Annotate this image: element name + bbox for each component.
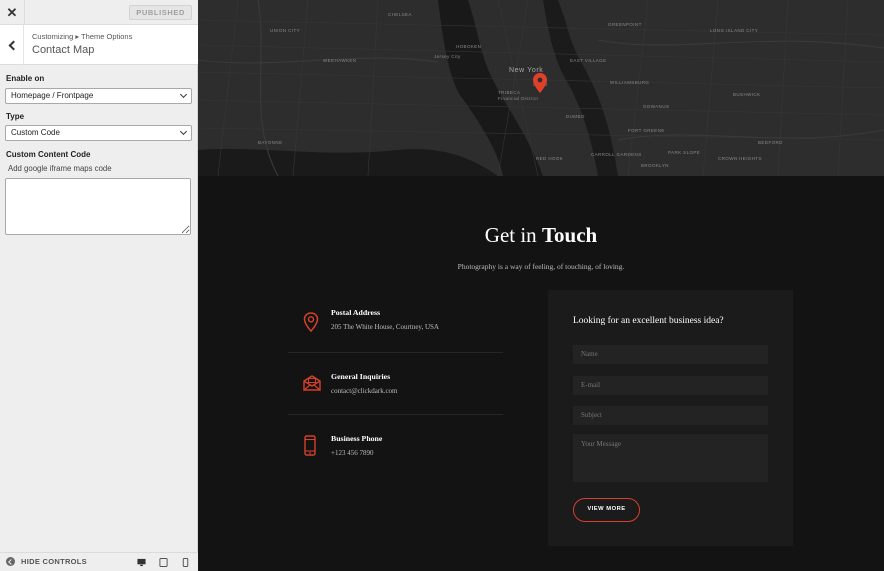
section-title: Contact Map — [32, 44, 95, 56]
location-pin-icon — [303, 312, 319, 332]
map-label: BUSHWICK — [733, 92, 761, 97]
enable-on-select[interactable]: Homepage / Frontpage — [5, 88, 192, 104]
map-label: EAST VILLAGE — [570, 58, 607, 63]
map-label: CARROLL GARDENS — [591, 152, 642, 157]
map-label: WEEHAWKEN — [323, 58, 357, 63]
info-text: 205 The White House, Courtney, USA — [331, 323, 439, 331]
contact-heading: Get in Touch — [198, 223, 884, 248]
name-input[interactable]: Name — [573, 345, 768, 364]
breadcrumb: Customizing ▸ Theme Options — [32, 32, 133, 41]
map-label: WILLIAMSBURG — [610, 80, 650, 85]
info-text: contact@clickdark.com — [331, 387, 398, 395]
subject-input[interactable]: Subject — [573, 406, 768, 425]
map-label: HOBOKEN — [456, 44, 482, 49]
custom-code-label: Custom Content Code — [6, 150, 91, 159]
chevron-left-icon — [8, 40, 18, 50]
map-label: BROOKLYN — [641, 163, 669, 168]
map-label: GREENPOINT — [608, 22, 642, 27]
contact-subheading: Photography is a way of feeling, of touc… — [457, 262, 625, 271]
divider — [288, 352, 503, 353]
chevron-down-icon — [179, 90, 188, 99]
custom-code-textarea[interactable] — [5, 178, 191, 235]
map-label: UNION CITY — [270, 28, 301, 33]
info-title: Postal Address — [331, 308, 381, 317]
heading-light: Get in — [484, 223, 542, 247]
info-title: Business Phone — [331, 434, 383, 443]
type-label: Type — [6, 112, 25, 121]
hide-controls-button[interactable]: HIDE CONTROLS — [6, 557, 87, 566]
close-icon: ✕ — [6, 4, 18, 20]
chevron-down-icon — [179, 127, 188, 136]
map-label: CHELSEA — [388, 12, 412, 17]
message-textarea[interactable]: Your Message — [573, 434, 768, 482]
map-label: BEDFORD — [758, 140, 783, 145]
hide-controls-label: HIDE CONTROLS — [21, 557, 87, 566]
info-text: +123 456 7890 — [331, 449, 374, 457]
map-label: BAYONNE — [258, 140, 283, 145]
sidebar-footer: HIDE CONTROLS — [0, 552, 198, 571]
customizer-sidebar: ✕ PUBLISHED Customizing ▸ Theme Options … — [0, 0, 198, 571]
contact-form: Looking for an excellent business idea? … — [548, 290, 793, 546]
tablet-preview-icon[interactable] — [159, 558, 168, 567]
enable-on-value: Homepage / Frontpage — [11, 91, 94, 100]
email-input[interactable]: E-mail — [573, 376, 768, 395]
contact-map[interactable]: New York Jersey City WILLIAMSBURG BROOKL… — [198, 0, 884, 176]
collapse-icon — [6, 557, 15, 566]
map-label: Financial District — [498, 96, 539, 101]
envelope-icon — [303, 375, 321, 391]
sidebar-top-bar: ✕ PUBLISHED — [0, 0, 198, 25]
form-title: Looking for an excellent business idea? — [573, 316, 724, 326]
map-label: GOWANUS — [643, 104, 670, 109]
type-select[interactable]: Custom Code — [5, 125, 192, 141]
map-label: FORT GREENE — [628, 128, 665, 133]
mobile-preview-icon[interactable] — [181, 558, 190, 567]
map-label: PARK SLOPE — [668, 150, 701, 155]
enable-on-label: Enable on — [6, 74, 45, 83]
heading-bold: Touch — [541, 223, 598, 247]
map-label: Jersey City — [434, 54, 461, 59]
map-label: TRIBECA — [498, 90, 521, 95]
published-button[interactable]: PUBLISHED — [129, 5, 192, 20]
type-value: Custom Code — [11, 128, 60, 137]
map-label: DUMBO — [566, 114, 585, 119]
view-more-button[interactable]: VIEW MORE — [573, 498, 640, 522]
desktop-preview-icon[interactable] — [137, 558, 146, 567]
map-label: LONG ISLAND CITY — [710, 28, 759, 33]
close-customizer-button[interactable]: ✕ — [0, 0, 25, 25]
back-button[interactable] — [0, 25, 24, 65]
section-header: Customizing ▸ Theme Options Contact Map — [0, 25, 198, 65]
location-pin-icon[interactable] — [533, 73, 547, 93]
custom-code-description: Add google iframe maps code — [8, 164, 112, 173]
divider — [288, 414, 503, 415]
contact-section: Get in Touch Photography is a way of fee… — [198, 176, 884, 571]
info-title: General Inquiries — [331, 372, 391, 381]
phone-icon — [304, 435, 316, 456]
map-label: RED HOOK — [536, 156, 564, 161]
map-label: CROWN HEIGHTS — [718, 156, 762, 161]
